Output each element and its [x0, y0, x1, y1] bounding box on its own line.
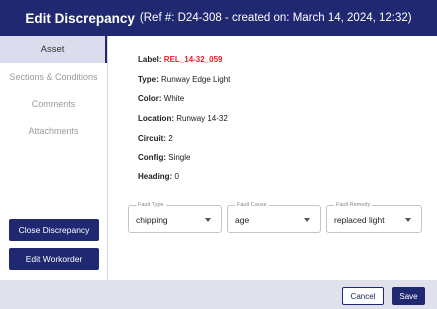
chevron-down-icon — [405, 218, 411, 222]
sidebar-item-asset[interactable]: Asset — [0, 36, 107, 63]
config-value: Single — [168, 153, 191, 162]
location-value: Runway 14-32 — [176, 114, 228, 123]
fault-remedy-select[interactable]: Fault Remedy replaced light — [326, 201, 422, 233]
circuit-key: Circuit: — [138, 134, 166, 143]
asset-details-panel: Label: REL_14-32_059 Type: Runway Edge L… — [108, 36, 437, 280]
color-key: Color: — [138, 94, 162, 103]
heading-key: Heading: — [138, 172, 173, 181]
chevron-down-icon — [304, 218, 310, 222]
fault-type-legend: Fault Type — [136, 201, 166, 209]
close-discrepancy-button[interactable]: Close Discrepancy — [9, 219, 99, 241]
dialog-subtitle: (Ref #: D24-308 - created on: March 14, … — [139, 12, 412, 24]
label-value: REL_14-32_059 — [163, 55, 223, 64]
color-value: White — [163, 94, 185, 103]
type-key: Type: — [138, 75, 159, 84]
location-key: Location: — [138, 114, 174, 123]
circuit-value: 2 — [168, 134, 173, 143]
chevron-down-icon — [205, 218, 211, 222]
fault-cause-select[interactable]: Fault Cause age — [227, 201, 321, 233]
fault-type-value: chipping — [136, 215, 168, 225]
location-field: Location: Runway 14-32 — [138, 114, 228, 123]
cancel-button[interactable]: Cancel — [342, 287, 384, 305]
label-field: Label: REL_14-32_059 — [138, 55, 223, 64]
fault-type-select[interactable]: Fault Type chipping — [128, 201, 222, 233]
config-field: Config: Single — [138, 153, 190, 162]
dialog-header: Edit Discrepancy (Ref #: D24-308 - creat… — [0, 0, 437, 36]
sidebar-item-comments[interactable]: Comments — [0, 90, 107, 117]
save-button[interactable]: Save — [392, 287, 425, 305]
circuit-field: Circuit: 2 — [138, 134, 173, 143]
heading-value: 0 — [174, 172, 179, 181]
edit-workorder-button[interactable]: Edit Workorder — [9, 248, 99, 270]
color-field: Color: White — [138, 94, 184, 103]
fault-remedy-legend: Fault Remedy — [334, 201, 373, 209]
fault-cause-value: age — [235, 215, 250, 225]
dialog-footer: Cancel Save — [0, 280, 437, 309]
sidebar: Asset Sections & Conditions Comments Att… — [0, 36, 108, 280]
heading-field: Heading: 0 — [138, 172, 179, 181]
sidebar-item-sections-conditions[interactable]: Sections & Conditions — [0, 63, 107, 90]
fault-cause-legend: Fault Cause — [235, 201, 269, 209]
label-key: Label: — [138, 55, 162, 64]
dialog-title: Edit Discrepancy — [25, 10, 135, 26]
type-field: Type: Runway Edge Light — [138, 75, 230, 84]
sidebar-item-attachments[interactable]: Attachments — [0, 117, 107, 144]
config-key: Config: — [138, 153, 166, 162]
type-value: Runway Edge Light — [160, 75, 231, 84]
fault-remedy-value: replaced light — [334, 215, 385, 225]
